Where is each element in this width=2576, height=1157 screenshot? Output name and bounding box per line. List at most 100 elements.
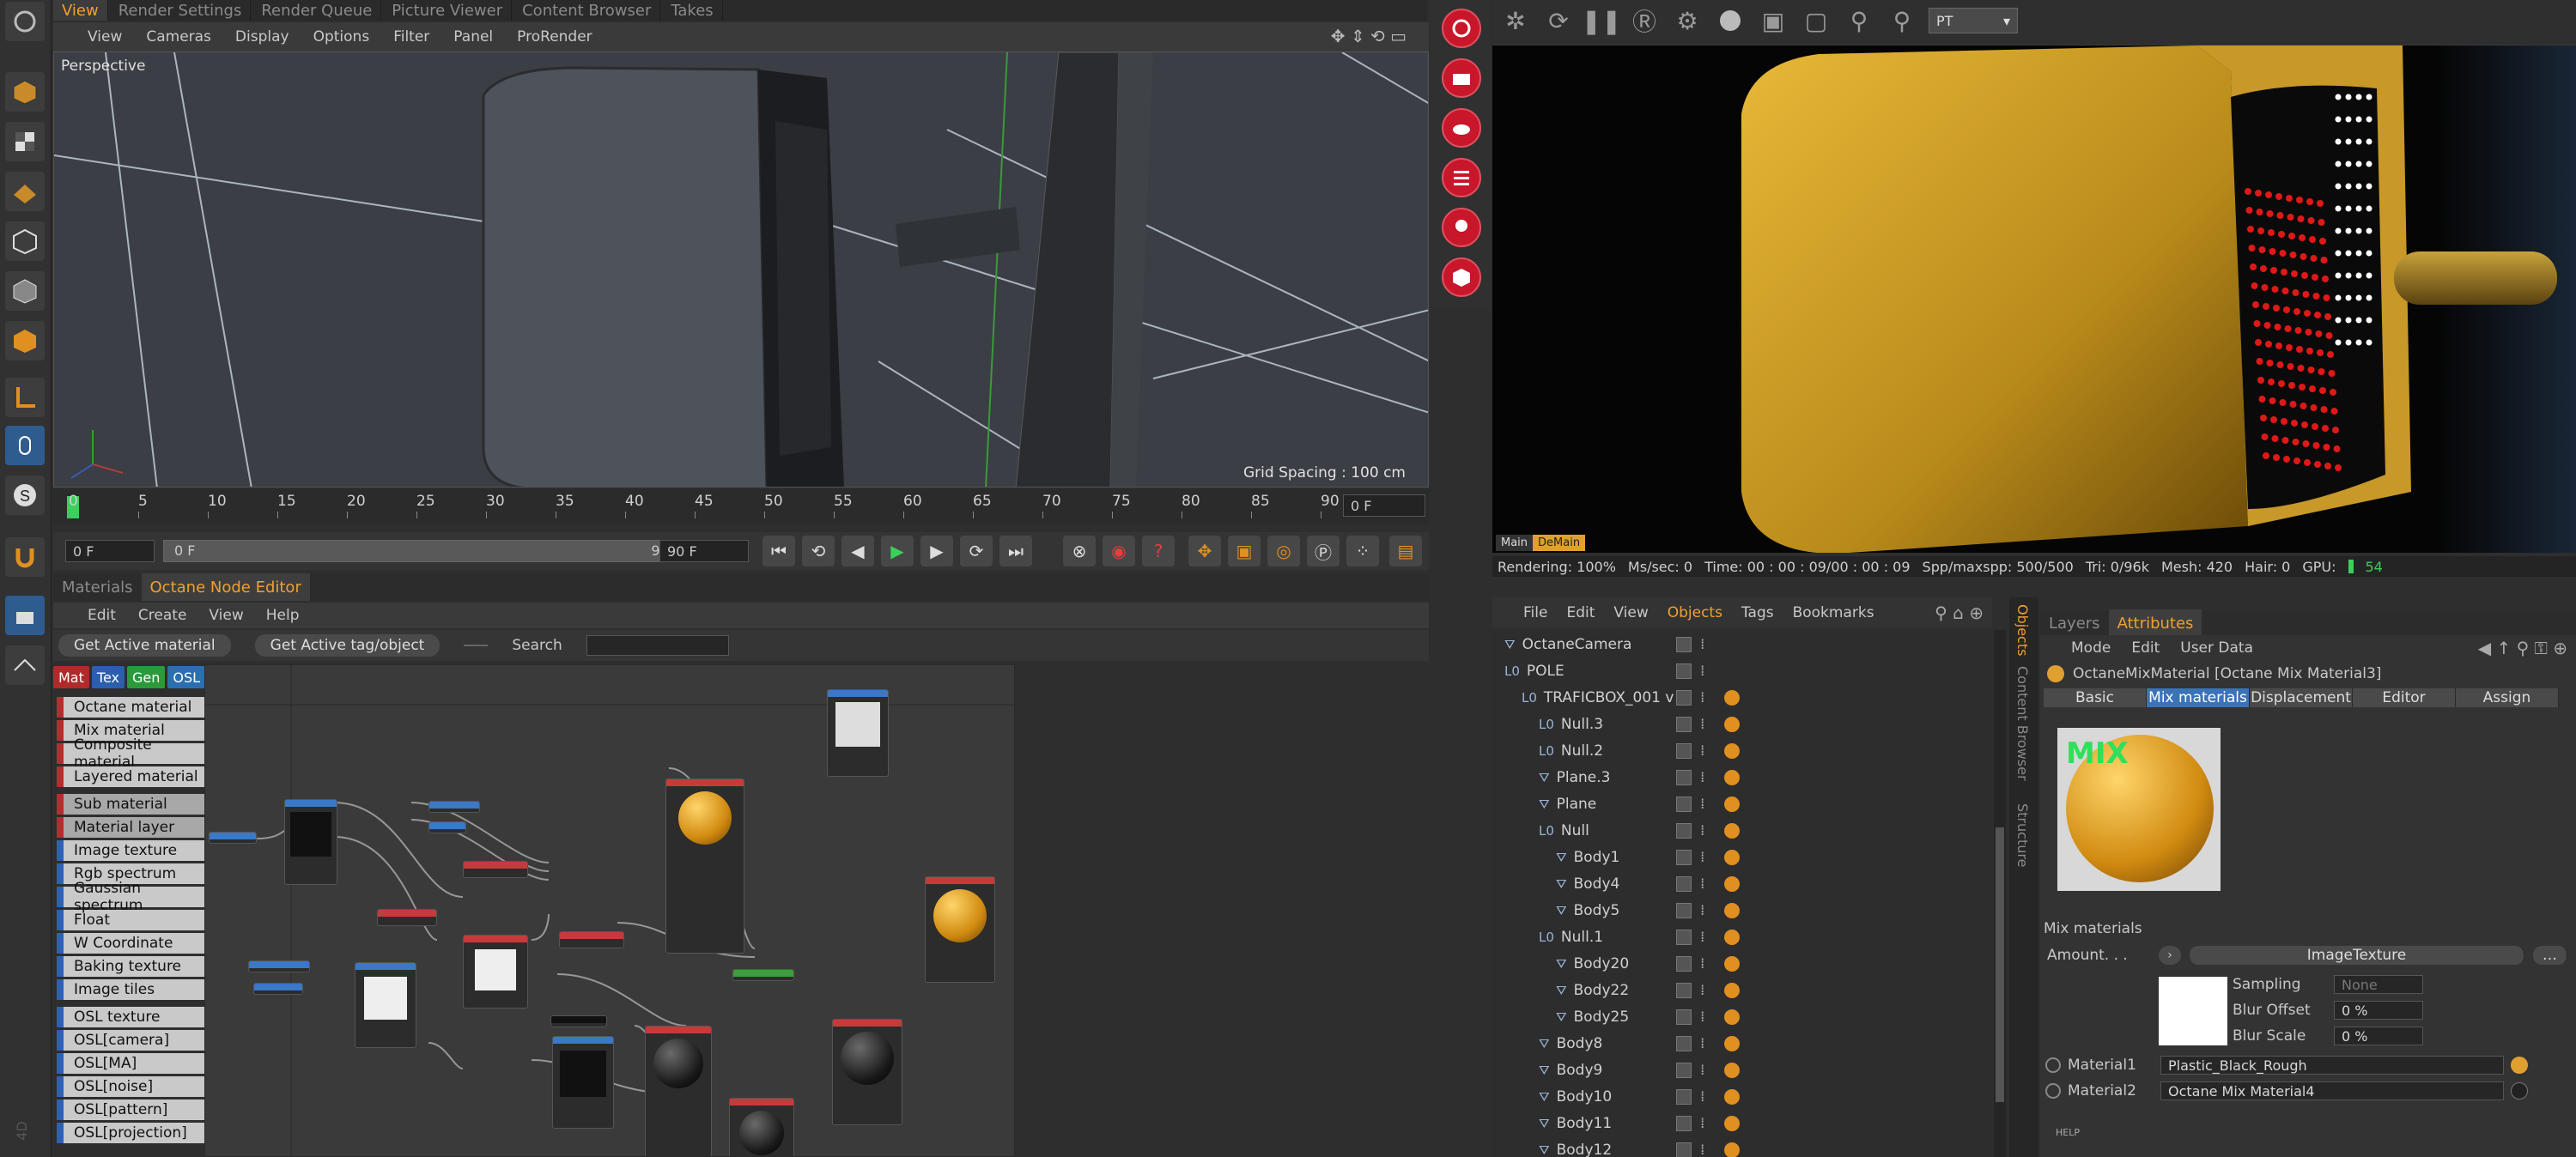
menu-panel[interactable]: Panel: [453, 28, 493, 45]
node-search-input[interactable]: [586, 635, 729, 656]
material-tag-icon[interactable]: [1724, 1009, 1740, 1025]
material-tag-icon[interactable]: [1724, 850, 1740, 865]
menu-view[interactable]: View: [209, 607, 243, 624]
keyframe-selection-icon[interactable]: ?: [1142, 536, 1175, 566]
points-mode-icon[interactable]: [5, 221, 45, 261]
object-name[interactable]: Body11: [1557, 1115, 1613, 1132]
tab-layers[interactable]: Layers: [2040, 609, 2109, 637]
prev-key-icon[interactable]: ⟲: [802, 536, 835, 566]
subtab-editor[interactable]: Editor: [2353, 688, 2456, 707]
menu-view[interactable]: View: [88, 28, 122, 45]
material-tag-icon[interactable]: [1724, 770, 1740, 785]
next-key-icon[interactable]: ⟳: [960, 536, 993, 566]
object-scrollbar[interactable]: [1994, 630, 2006, 1157]
node-list-item[interactable]: OSL[MA]: [57, 1053, 204, 1074]
node-gradient-3[interactable]: [377, 909, 437, 926]
help-button[interactable]: HELP: [2056, 1123, 2080, 1139]
node-multiply[interactable]: [463, 935, 528, 1009]
tab-render-settings[interactable]: Render Settings: [110, 0, 252, 21]
clay-mode-icon[interactable]: ▣: [1757, 4, 1789, 37]
subtab-displacement[interactable]: Displacement: [2250, 688, 2353, 707]
checker-cube-icon[interactable]: [5, 122, 45, 161]
menu-create[interactable]: Create: [138, 607, 187, 624]
menu-options[interactable]: Options: [313, 28, 370, 45]
material-tag-icon[interactable]: [1724, 983, 1740, 998]
node-uvw[interactable]: [253, 983, 303, 995]
material-preview[interactable]: MIX: [2057, 728, 2221, 891]
object-row[interactable]: L0 Null.3 ⁞: [1492, 712, 1973, 737]
object-name[interactable]: Body22: [1574, 982, 1630, 999]
get-active-material-button[interactable]: Get Active material: [58, 634, 231, 657]
next-frame-icon[interactable]: ▶: [920, 536, 953, 566]
layer-visibility-icon[interactable]: [1676, 770, 1692, 785]
node-gradient-4[interactable]: [559, 931, 624, 948]
end-frame-field[interactable]: 90 F: [659, 540, 749, 562]
current-frame-field[interactable]: 0 F: [1343, 494, 1425, 517]
editor-render-dots-icon[interactable]: ⁞: [1700, 769, 1704, 786]
layer-visibility-icon[interactable]: [1676, 823, 1692, 839]
object-name[interactable]: OctaneCamera: [1522, 636, 1632, 653]
category-tab-tex[interactable]: Tex: [91, 666, 125, 688]
tab-view[interactable]: View: [53, 0, 108, 21]
octane-settings-icon[interactable]: [1442, 158, 1481, 197]
editor-render-dots-icon[interactable]: ⁞: [1700, 822, 1704, 839]
object-row[interactable]: ⛛ Body12 ⁞: [1492, 1137, 1973, 1157]
object-row[interactable]: ⛛ Body22 ⁞: [1492, 978, 1973, 1003]
layer-visibility-icon[interactable]: [1676, 983, 1692, 998]
editor-render-dots-icon[interactable]: ⁞: [1700, 716, 1704, 733]
subtab-basic[interactable]: Basic: [2044, 688, 2147, 707]
menu-help[interactable]: Help: [266, 607, 300, 624]
tab-takes[interactable]: Takes: [662, 0, 723, 21]
object-name[interactable]: Body10: [1557, 1088, 1613, 1106]
editor-render-dots-icon[interactable]: ⁞: [1700, 1088, 1704, 1106]
render-preview[interactable]: Main DeMain: [1492, 45, 2576, 553]
material2-anim-icon[interactable]: [2045, 1083, 2061, 1099]
pause-icon[interactable]: ❚❚: [1582, 4, 1622, 37]
editor-render-dots-icon[interactable]: ⁞: [1700, 875, 1704, 893]
layer-visibility-icon[interactable]: [1676, 956, 1692, 972]
object-name[interactable]: Null: [1561, 822, 1589, 839]
object-name[interactable]: Body1: [1574, 849, 1620, 866]
editor-render-dots-icon[interactable]: ⁞: [1700, 1009, 1704, 1026]
octane-camera-icon[interactable]: [1442, 58, 1481, 98]
texture-grid-icon[interactable]: [5, 172, 45, 211]
object-name[interactable]: Body20: [1574, 955, 1630, 972]
object-row[interactable]: ⛛ Body8 ⁞: [1492, 1031, 1973, 1057]
node-rgb-2[interactable]: [428, 821, 466, 833]
material-tag-icon[interactable]: [1724, 1089, 1740, 1105]
material-picker-icon[interactable]: ⚲: [1886, 4, 1918, 37]
restart-render-icon[interactable]: ✲: [1499, 4, 1532, 37]
node-list-item[interactable]: OSL[camera]: [57, 1030, 204, 1051]
menu-filter[interactable]: Filter: [393, 28, 429, 45]
material-tag-icon[interactable]: [1724, 1116, 1740, 1131]
workplane-icon[interactable]: [5, 645, 45, 685]
object-name[interactable]: TRAFICBOX_001 v: [1544, 689, 1674, 706]
material-tag-icon[interactable]: [1724, 743, 1740, 759]
node-gradient[interactable]: [284, 799, 337, 885]
node-octane-mix-2[interactable]: [832, 1019, 902, 1125]
editor-render-dots-icon[interactable]: ⁞: [1700, 955, 1704, 972]
autokey-icon[interactable]: ◉: [1103, 536, 1135, 566]
node-octane-mix-1[interactable]: [925, 876, 995, 983]
editor-render-dots-icon[interactable]: ⁞: [1700, 1142, 1704, 1157]
node-list-item[interactable]: W Coordinate: [57, 933, 204, 954]
menu-mode[interactable]: Mode: [2071, 639, 2111, 657]
reload-icon[interactable]: ⟳: [1542, 4, 1575, 37]
octane-light-icon[interactable]: [1442, 208, 1481, 247]
editor-render-dots-icon[interactable]: ⁞: [1700, 663, 1704, 680]
layer-visibility-icon[interactable]: [1676, 637, 1692, 652]
channel-tab-demain[interactable]: DeMain: [1533, 535, 1586, 551]
tweak-icon[interactable]: [5, 426, 45, 465]
editor-render-dots-icon[interactable]: ⁞: [1700, 1115, 1704, 1132]
menu-edit[interactable]: Edit: [88, 607, 116, 624]
start-frame-field[interactable]: 0 F: [65, 540, 155, 562]
object-name[interactable]: Body5: [1574, 902, 1620, 919]
search-icon[interactable]: ⚲ ⌂ ⊕: [1935, 603, 1984, 623]
render-mode-select[interactable]: PT ▾: [1929, 8, 2018, 33]
node-gradient-2[interactable]: [463, 861, 528, 878]
menu-view[interactable]: View: [1613, 604, 1648, 621]
node-round-edges[interactable]: [550, 1015, 607, 1027]
object-row[interactable]: ⛛ Plane.3 ⁞: [1492, 765, 1973, 791]
menu-edit[interactable]: Edit: [2131, 639, 2160, 657]
node-list-item[interactable]: Sub material: [57, 794, 204, 815]
